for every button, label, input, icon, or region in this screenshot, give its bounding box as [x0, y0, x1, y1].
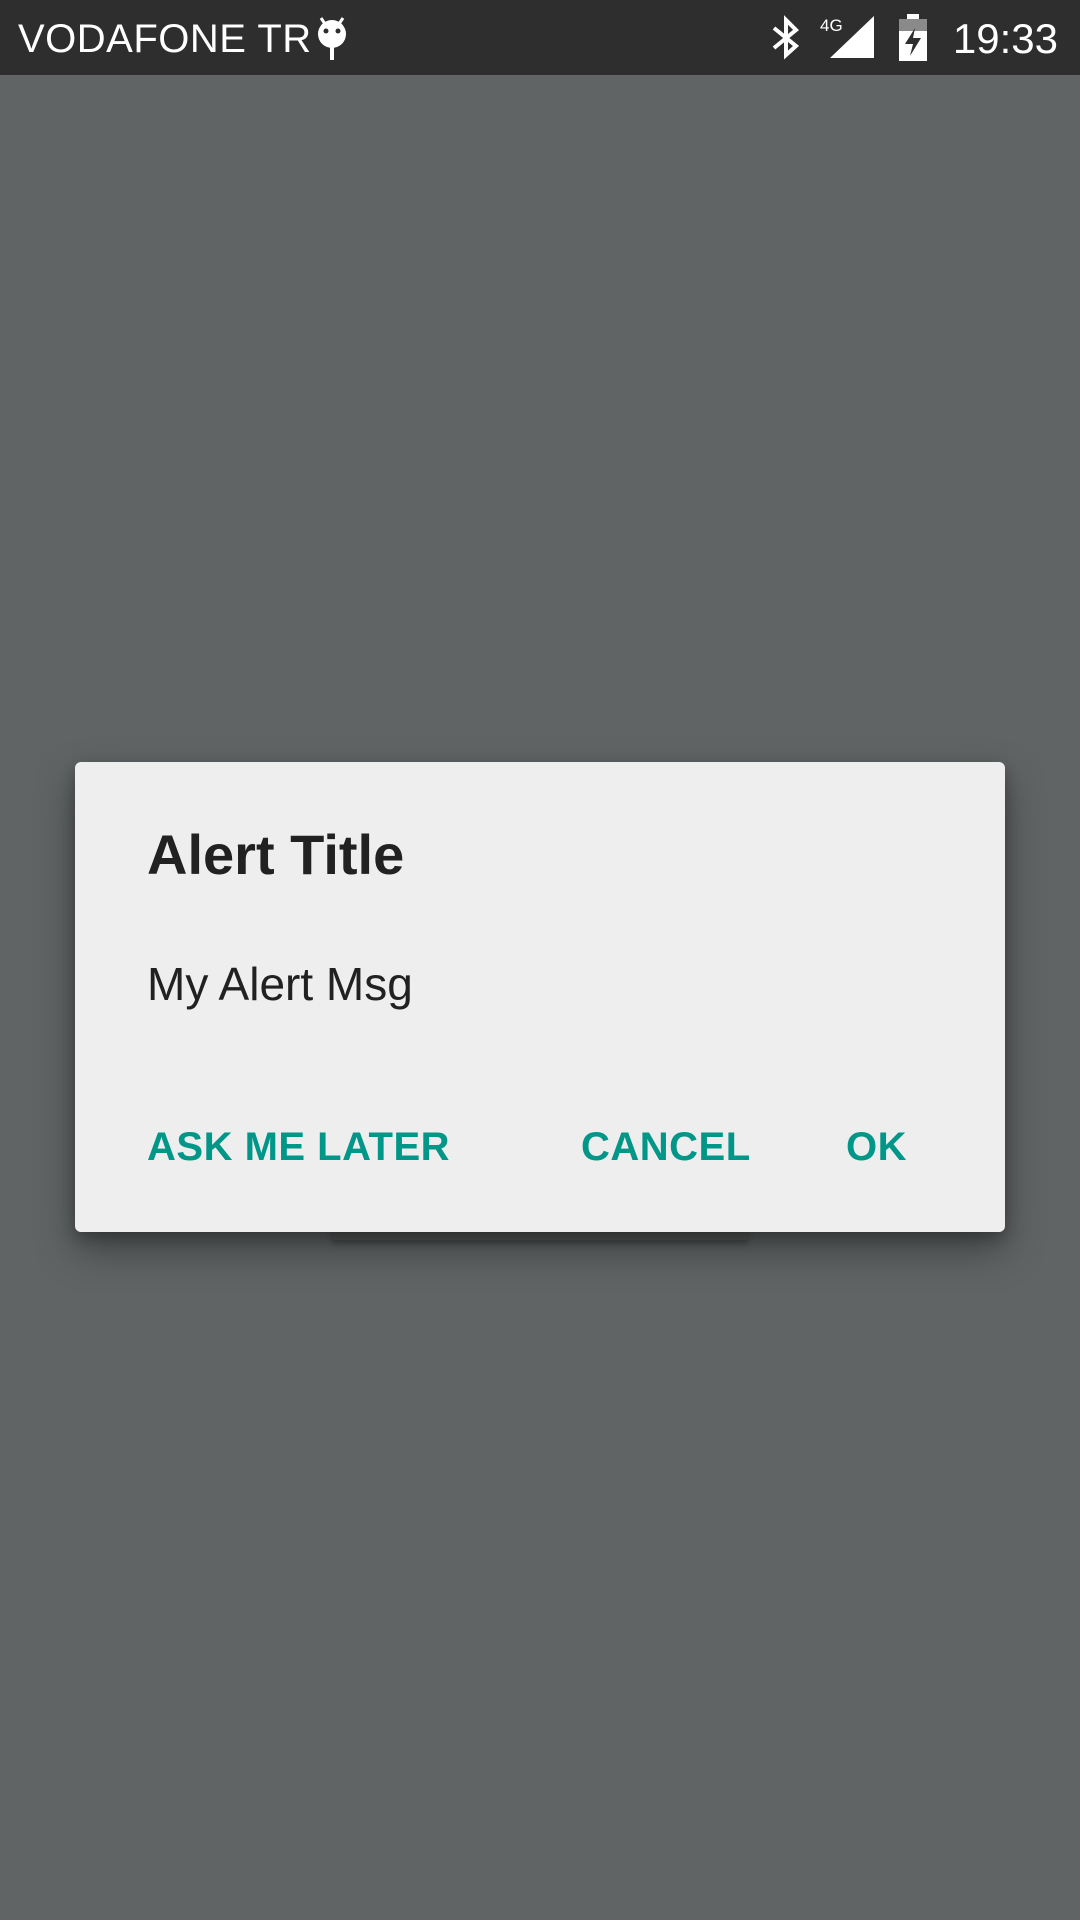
dialog-message: My Alert Msg — [147, 958, 413, 1010]
android-debug-icon — [312, 14, 352, 62]
carrier-name: VODAFONE TR — [18, 17, 312, 61]
network-type-label: 4G — [820, 16, 843, 35]
cancel-button[interactable]: CANCEL — [581, 1107, 751, 1187]
status-clock: 19:33 — [952, 15, 1058, 62]
ask-me-later-button[interactable]: ASK ME LATER — [147, 1107, 450, 1187]
signal-4g-icon: 4G — [818, 14, 874, 60]
status-bar: VODAFONE TR 4G 19:33 — [0, 0, 1080, 75]
dialog-title: Alert Title — [147, 823, 405, 886]
ok-button[interactable]: OK — [846, 1107, 907, 1187]
alert-dialog: Alert Title My Alert Msg ASK ME LATER CA… — [75, 762, 1005, 1232]
bluetooth-icon — [768, 14, 804, 62]
battery-charging-icon — [896, 14, 930, 62]
screen: VODAFONE TR 4G 19:33 Alert Title My Aler… — [0, 0, 1080, 1920]
